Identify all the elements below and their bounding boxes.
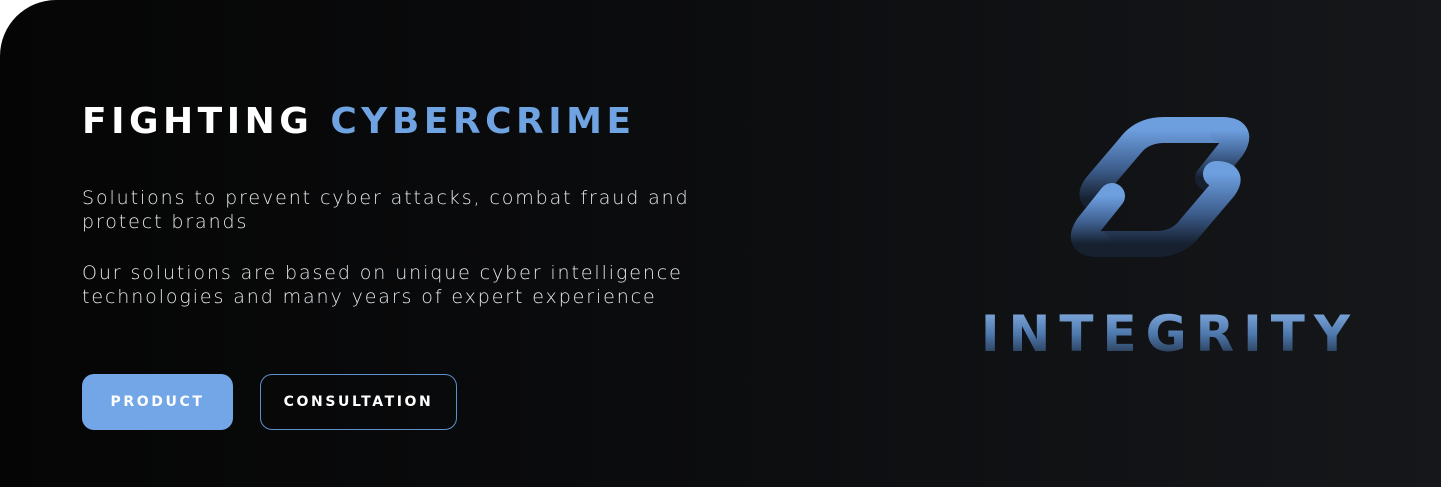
consultation-button-label: CONSULTATION [283, 394, 434, 410]
hero-description-1: Solutions to prevent cyber attacks, comb… [82, 187, 690, 233]
product-button[interactable]: PRODUCT [82, 374, 233, 430]
headline-white: FIGHTING [82, 101, 314, 142]
headline-accent: CYBERCRIME [330, 101, 636, 142]
hero-description-2: Our solutions are based on unique cyber … [82, 262, 683, 308]
integrity-wordmark: INTEGRITY [981, 305, 1359, 363]
consultation-button[interactable]: CONSULTATION [260, 374, 457, 430]
hero-banner: FIGHTING CYBERCRIME Solutions to prevent… [0, 0, 1441, 487]
page-title: FIGHTING CYBERCRIME [82, 100, 636, 144]
integrity-wordmark-text: INTEGRITY [981, 305, 1359, 363]
chain-link-icon [1070, 117, 1250, 257]
product-button-label: PRODUCT [110, 394, 205, 410]
